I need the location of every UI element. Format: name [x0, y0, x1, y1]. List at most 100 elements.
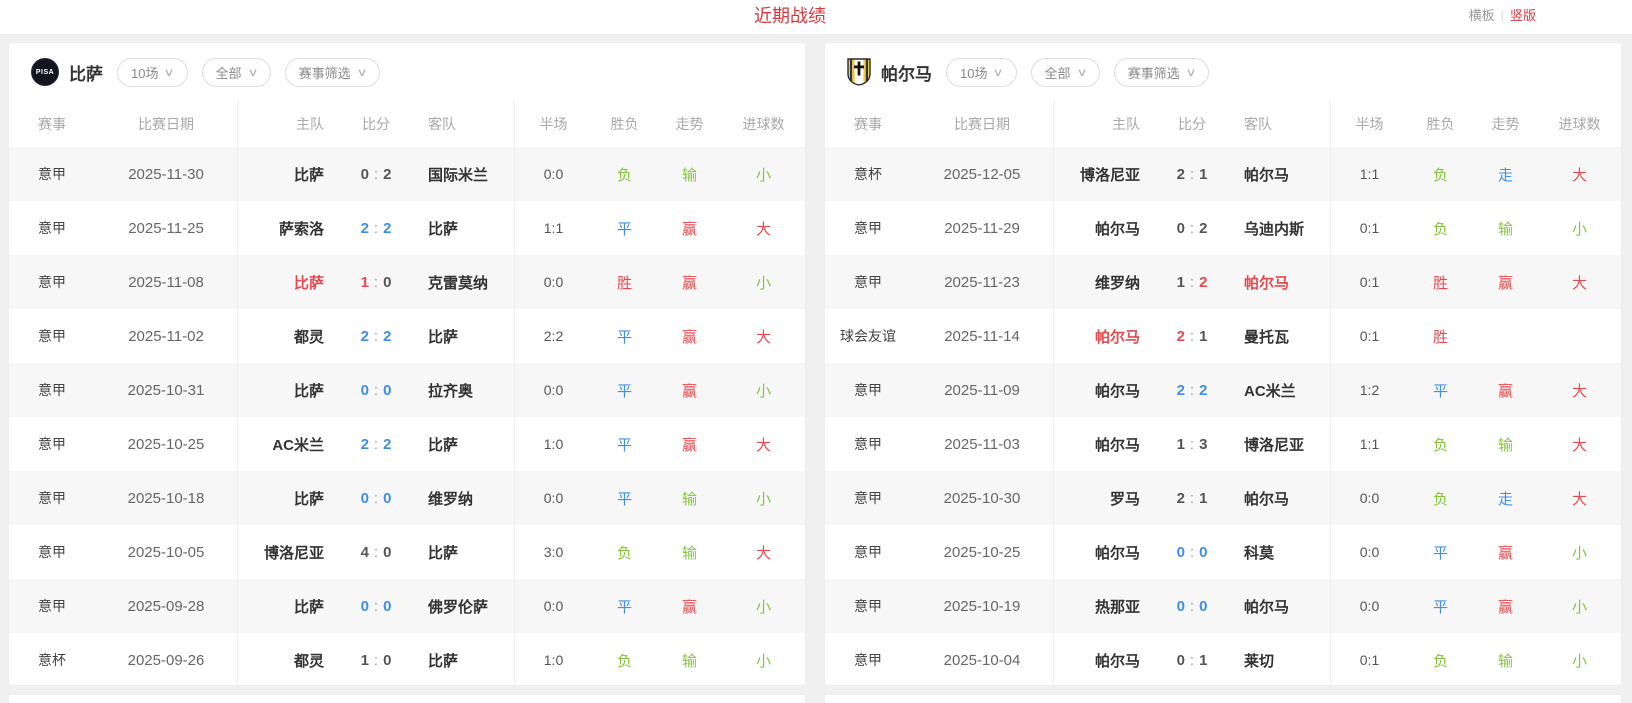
away-score: 0 — [383, 652, 391, 669]
goals-over-under-cell: 小 — [1538, 218, 1621, 239]
away-team-name: 国际米兰 — [420, 164, 514, 185]
layout-horizontal-link[interactable]: 横板 — [1469, 8, 1495, 23]
match-row[interactable]: 意甲 2025-10-25 AC米兰 2:2 比萨 1:0 平 赢 大 — [9, 417, 805, 471]
home-score: 0 — [1177, 598, 1185, 615]
trend-cell: 赢 — [657, 380, 722, 401]
score: 2:2 — [332, 220, 420, 237]
column-header-goals: 进球数 — [722, 114, 805, 134]
scope-value: 全部 — [216, 63, 242, 82]
match-row[interactable]: 意甲 2025-11-09 帕尔马 2:2 AC米兰 1:2 平 赢 大 — [825, 363, 1621, 417]
score: 0:1 — [1148, 652, 1236, 669]
match-row[interactable]: 意甲 2025-10-18 比萨 0:0 维罗纳 0:0 平 输 小 — [9, 471, 805, 525]
column-header-trend: 走势 — [657, 114, 722, 134]
home-score: 1 — [1177, 436, 1185, 453]
home-team-name: 博洛尼亚 — [1054, 164, 1148, 185]
halftime-score-cell: 0:1 — [1331, 328, 1408, 344]
home-score: 2 — [361, 436, 369, 453]
home-score: 0 — [1177, 544, 1185, 561]
match-row[interactable]: 意杯 2025-12-05 博洛尼亚 2:1 帕尔马 1:1 负 走 大 — [825, 147, 1621, 201]
match-row[interactable]: 意甲 2025-11-25 萨索洛 2:2 比萨 1:1 平 赢 大 — [9, 201, 805, 255]
league-cell: 意甲 — [9, 434, 95, 454]
away-team-name: 帕尔马 — [1236, 164, 1330, 185]
column-header-result: 胜负 — [592, 114, 657, 134]
competition-filter-dropdown[interactable]: 赛事筛选∨ — [285, 58, 380, 87]
match-row[interactable]: 意甲 2025-10-05 博洛尼亚 4:0 比萨 3:0 负 输 大 — [9, 525, 805, 579]
score-colon: : — [1190, 436, 1194, 453]
win-loss-cell: 负 — [592, 542, 657, 563]
trend-cell: 走 — [1473, 164, 1538, 185]
trend-cell: 输 — [657, 542, 722, 563]
away-score: 0 — [383, 598, 391, 615]
match-row[interactable]: 意甲 2025-10-19 热那亚 0:0 帕尔马 0:0 平 赢 小 — [825, 579, 1621, 633]
match-row[interactable]: 意甲 2025-10-31 比萨 0:0 拉齐奥 0:0 平 赢 小 — [9, 363, 805, 417]
matches-count-dropdown[interactable]: 10场∨ — [946, 58, 1017, 87]
home-team-name: 帕尔马 — [1054, 218, 1148, 239]
goals-over-under-cell: 小 — [722, 164, 805, 185]
trend-cell: 赢 — [657, 272, 722, 293]
column-header-home: 主队 — [238, 114, 332, 134]
chevron-down-icon: ∨ — [1185, 66, 1196, 79]
next-section-edge — [8, 694, 806, 703]
date-cell: 2025-10-31 — [95, 363, 238, 417]
home-score: 0 — [361, 598, 369, 615]
match-row[interactable]: 意甲 2025-11-23 维罗纳 1:2 帕尔马 0:1 胜 赢 大 — [825, 255, 1621, 309]
date-cell: 2025-09-28 — [95, 579, 238, 633]
date-cell: 2025-10-05 — [95, 525, 238, 579]
match-row[interactable]: 意甲 2025-11-02 都灵 2:2 比萨 2:2 平 赢 大 — [9, 309, 805, 363]
matches-count-dropdown[interactable]: 10场∨ — [117, 58, 188, 87]
match-row[interactable]: 意甲 2025-11-29 帕尔马 0:2 乌迪内斯 0:1 负 输 小 — [825, 201, 1621, 255]
league-cell: 意甲 — [825, 542, 911, 562]
home-team-name: 帕尔马 — [1054, 434, 1148, 455]
scope-dropdown[interactable]: 全部∨ — [1031, 58, 1100, 87]
chevron-down-icon: ∨ — [164, 66, 175, 79]
match-cell: 帕尔马 2:1 曼托瓦 — [1054, 309, 1331, 363]
home-score: 0 — [1177, 220, 1185, 237]
match-row[interactable]: 意甲 2025-11-30 比萨 0:2 国际米兰 0:0 负 输 小 — [9, 147, 805, 201]
column-header-league: 赛事 — [825, 114, 911, 134]
match-row[interactable]: 意甲 2025-09-28 比萨 0:0 佛罗伦萨 0:0 平 赢 小 — [9, 579, 805, 633]
halftime-score-cell: 1:1 — [515, 220, 592, 236]
away-team-name: 拉齐奥 — [420, 380, 514, 401]
away-team-name: 克雷莫纳 — [420, 272, 514, 293]
match-row[interactable]: 意甲 2025-10-25 帕尔马 0:0 科莫 0:0 平 赢 小 — [825, 525, 1621, 579]
home-score: 2 — [1177, 328, 1185, 345]
away-team-name: 博洛尼亚 — [1236, 434, 1330, 455]
score: 2:1 — [1148, 166, 1236, 183]
league-cell: 意甲 — [825, 272, 911, 292]
match-cell: 维罗纳 1:2 帕尔马 — [1054, 255, 1331, 309]
match-cell: 比萨 1:0 克雷莫纳 — [238, 255, 515, 309]
results-table-body: 意甲 2025-11-30 比萨 0:2 国际米兰 0:0 负 输 小 意甲 2… — [9, 147, 805, 686]
home-team-name: 帕尔马 — [1054, 542, 1148, 563]
halftime-score-cell: 0:0 — [515, 382, 592, 398]
match-row[interactable]: 意甲 2025-10-04 帕尔马 0:1 莱切 0:1 负 输 小 — [825, 633, 1621, 686]
home-score: 2 — [361, 220, 369, 237]
away-score: 0 — [1199, 544, 1207, 561]
column-header-away: 客队 — [420, 114, 514, 134]
match-row[interactable]: 意杯 2025-09-26 都灵 1:0 比萨 1:0 负 输 小 — [9, 633, 805, 686]
halftime-score-cell: 0:0 — [1331, 598, 1408, 614]
score: 1:3 — [1148, 436, 1236, 453]
competition-filter-dropdown[interactable]: 赛事筛选∨ — [1114, 58, 1209, 87]
away-team-name: 比萨 — [420, 326, 514, 347]
halftime-score-cell: 1:2 — [1331, 382, 1408, 398]
score: 0:0 — [1148, 544, 1236, 561]
match-row[interactable]: 意甲 2025-11-08 比萨 1:0 克雷莫纳 0:0 胜 赢 小 — [9, 255, 805, 309]
column-header-result: 胜负 — [1408, 114, 1473, 134]
match-row[interactable]: 意甲 2025-10-30 罗马 2:1 帕尔马 0:0 负 走 大 — [825, 471, 1621, 525]
home-team-name: AC米兰 — [238, 434, 332, 455]
next-section-edge — [824, 694, 1622, 703]
match-cell: 博洛尼亚 2:1 帕尔马 — [1054, 147, 1331, 201]
halftime-score-cell: 0:1 — [1331, 652, 1408, 668]
goals-over-under-cell: 小 — [722, 596, 805, 617]
match-row[interactable]: 意甲 2025-11-03 帕尔马 1:3 博洛尼亚 1:1 负 输 大 — [825, 417, 1621, 471]
score-colon: : — [1190, 652, 1194, 669]
score-colon: : — [1190, 166, 1194, 183]
scope-dropdown[interactable]: 全部∨ — [202, 58, 271, 87]
layout-vertical-link[interactable]: 竖版 — [1510, 8, 1536, 23]
match-cell: 帕尔马 0:2 乌迪内斯 — [1054, 201, 1331, 255]
match-row[interactable]: 球会友谊 2025-11-14 帕尔马 2:1 曼托瓦 0:1 胜 — [825, 309, 1621, 363]
trend-cell: 输 — [657, 650, 722, 671]
away-score: 2 — [1199, 274, 1207, 291]
trend-cell: 赢 — [1473, 542, 1538, 563]
win-loss-cell: 负 — [1408, 434, 1473, 455]
